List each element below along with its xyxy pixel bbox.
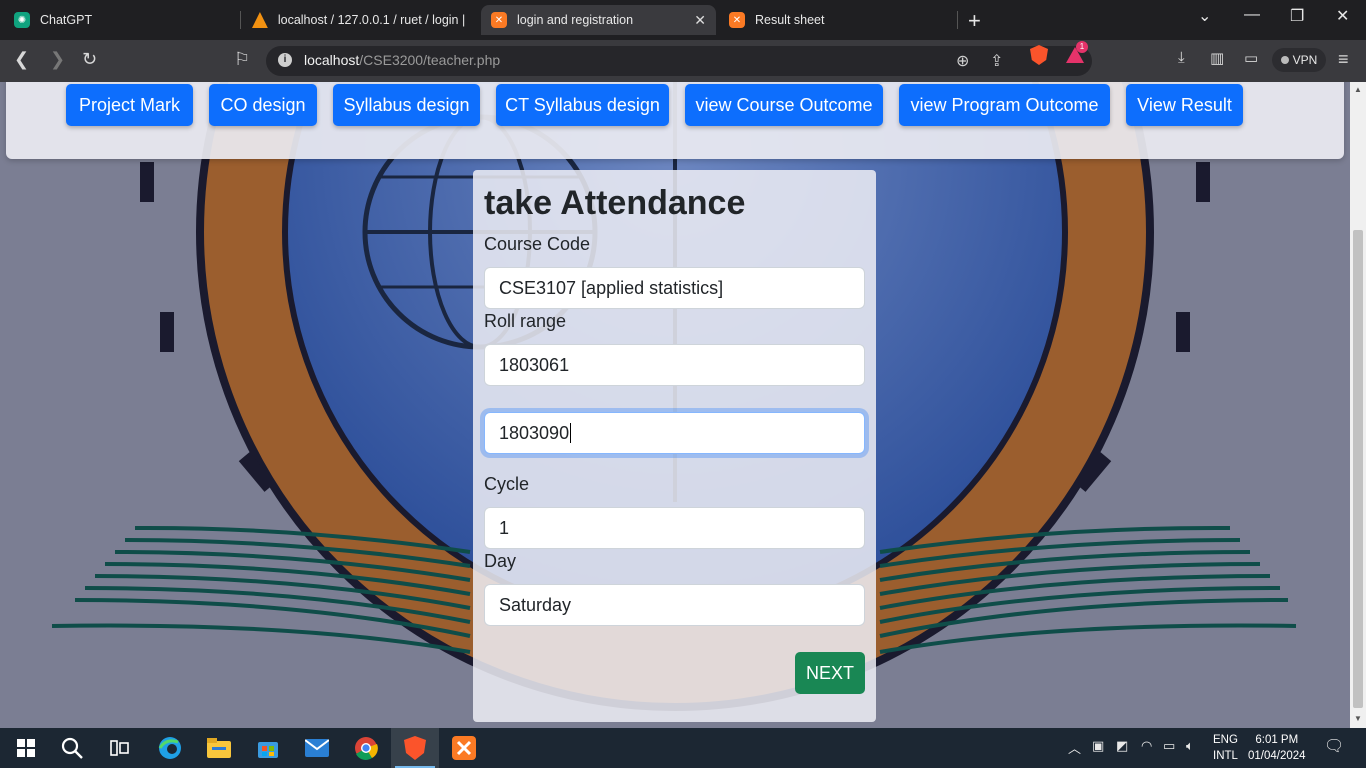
battery-icon[interactable]: ▭ (1163, 738, 1175, 754)
text-caret (570, 423, 572, 443)
restore-icon[interactable]: ❐ (1290, 6, 1304, 26)
download-icon[interactable]: ⤓ (1178, 49, 1185, 66)
reload-icon[interactable]: ↻ (82, 49, 97, 70)
co-design-button[interactable]: CO design (209, 84, 317, 126)
wallet-icon[interactable]: ▭ (1244, 49, 1258, 67)
course-code-select[interactable]: CSE3107 [applied statistics] (484, 267, 865, 309)
url-text[interactable]: localhost/CSE3200/teacher.php (304, 52, 500, 68)
scroll-down-icon[interactable]: ▼ (1354, 714, 1362, 723)
form-title: take Attendance (484, 184, 746, 222)
close-tab-icon[interactable]: ✕ (694, 12, 706, 29)
teacher-nav-panel: Project Mark CO design Syllabus design C… (6, 82, 1344, 159)
tab-label: ChatGPT (40, 13, 93, 27)
lang-top: ENG (1213, 734, 1238, 746)
bookmark-icon[interactable]: ⚐ (234, 49, 250, 70)
syllabus-design-button[interactable]: Syllabus design (333, 84, 480, 126)
tab-label: Result sheet (755, 13, 825, 27)
project-mark-button[interactable]: Project Mark (66, 84, 193, 126)
roll-from-input[interactable]: 1803061 (484, 344, 865, 386)
tab-label: localhost / 127.0.0.1 / ruet / login | p (277, 13, 468, 27)
roll-range-label: Roll range (484, 311, 567, 331)
day-label: Day (484, 551, 517, 571)
menu-icon[interactable]: ≡ (1338, 49, 1349, 70)
attendance-form-card: take Attendance Course Code CSE3107 [app… (473, 170, 876, 722)
close-window-icon[interactable]: ✕ (1336, 6, 1349, 26)
clock-date: 01/04/2024 (1248, 750, 1306, 762)
vpn-button[interactable]: VPN (1272, 48, 1326, 72)
browser-toolbar: ❮ ❯ ↻ ⚐ i localhost/CSE3200/teacher.php … (0, 40, 1366, 82)
new-tab-button[interactable]: + (968, 8, 981, 34)
roll-from-value: 1803061 (499, 354, 570, 375)
cycle-value: 1 (499, 517, 510, 538)
input-language-indicator[interactable]: ENG INTL (1213, 732, 1238, 764)
microsoft-store-icon[interactable] (256, 736, 280, 760)
scroll-up-icon[interactable]: ▲ (1354, 85, 1362, 94)
back-icon[interactable]: ❮ (14, 49, 29, 70)
view-result-button[interactable]: View Result (1126, 84, 1243, 126)
phpmyadmin-icon (252, 12, 268, 28)
tab-label: login and registration (517, 13, 634, 27)
page-scrollbar[interactable]: ▲ ▼ (1350, 82, 1366, 728)
day-value: Saturday (499, 594, 572, 615)
xampp-icon: ✕ (491, 12, 507, 28)
minimize-icon[interactable]: — (1244, 6, 1260, 24)
tab-result-sheet[interactable]: ✕ Result sheet (719, 5, 955, 35)
forward-icon[interactable]: ❯ (50, 49, 65, 70)
view-program-outcome-button[interactable]: view Program Outcome (899, 84, 1110, 126)
course-code-label: Course Code (484, 234, 591, 254)
day-select[interactable]: Saturday (484, 584, 865, 626)
rewards-badge: 1 (1076, 41, 1088, 53)
vpn-label: VPN (1292, 53, 1318, 67)
course-code-value: CSE3107 [applied statistics] (499, 277, 724, 298)
roll-to-value: 1803090 (499, 422, 570, 443)
file-explorer-icon[interactable] (207, 736, 231, 760)
scrollbar-thumb[interactable] (1353, 230, 1363, 708)
browser-tab-bar: ✺ ChatGPT localhost / 127.0.0.1 / ruet /… (0, 0, 1366, 40)
mail-icon[interactable] (305, 736, 329, 760)
notifications-icon[interactable]: 🗨︎ (1324, 736, 1344, 756)
cycle-label: Cycle (484, 474, 530, 494)
search-icon[interactable] (60, 736, 84, 760)
tab-search-chevron-icon[interactable]: ⌄ (1198, 6, 1211, 26)
page-viewport: Project Mark CO design Syllabus design C… (0, 82, 1350, 728)
system-clock[interactable]: 6:01 PM 01/04/2024 (1248, 732, 1306, 764)
address-bar[interactable]: i localhost/CSE3200/teacher.php ⊕ ⇪ (266, 46, 1092, 76)
windows-taskbar: ︿ ▣ ◩ ◠ ▭ 🔈︎ ENG INTL 6:01 PM 01/04/2024… (0, 728, 1366, 768)
chrome-icon[interactable] (354, 736, 378, 760)
task-view-icon[interactable] (108, 736, 132, 760)
volume-icon[interactable]: 🔈︎ (1186, 738, 1194, 754)
zoom-icon[interactable]: ⊕ (956, 51, 969, 71)
xampp-icon[interactable] (452, 736, 476, 760)
lang-bottom: INTL (1213, 750, 1238, 762)
roll-to-input[interactable]: 1803090 (484, 412, 865, 454)
ct-syllabus-design-button[interactable]: CT Syllabus design (496, 84, 669, 126)
cycle-input[interactable]: 1 (484, 507, 865, 549)
show-hidden-icons-chevron-icon[interactable]: ︿ (1068, 738, 1081, 757)
sidebar-icon[interactable]: ▥ (1210, 49, 1224, 67)
meet-now-icon[interactable]: ▣ (1092, 738, 1104, 754)
wifi-icon[interactable]: ◠ (1141, 738, 1152, 754)
clock-time: 6:01 PM (1255, 734, 1299, 746)
site-info-icon[interactable]: i (278, 53, 292, 67)
tab-login-registration[interactable]: ✕ login and registration ✕ (481, 5, 716, 35)
chatgpt-icon: ✺ (14, 12, 30, 28)
tab-chatgpt[interactable]: ✺ ChatGPT (4, 5, 240, 35)
xampp-icon: ✕ (729, 12, 745, 28)
share-icon[interactable]: ⇪ (990, 51, 1003, 71)
next-button[interactable]: NEXT (795, 652, 865, 694)
brave-browser-icon[interactable] (403, 736, 427, 760)
tab-phpmyadmin[interactable]: localhost / 127.0.0.1 / ruet / login | p (242, 5, 478, 35)
edge-icon[interactable] (158, 736, 182, 760)
view-course-outcome-button[interactable]: view Course Outcome (685, 84, 883, 126)
vpn-status-icon (1280, 56, 1289, 64)
windows-start-icon[interactable] (14, 736, 38, 760)
network-adapter-icon[interactable]: ◩ (1116, 738, 1128, 754)
